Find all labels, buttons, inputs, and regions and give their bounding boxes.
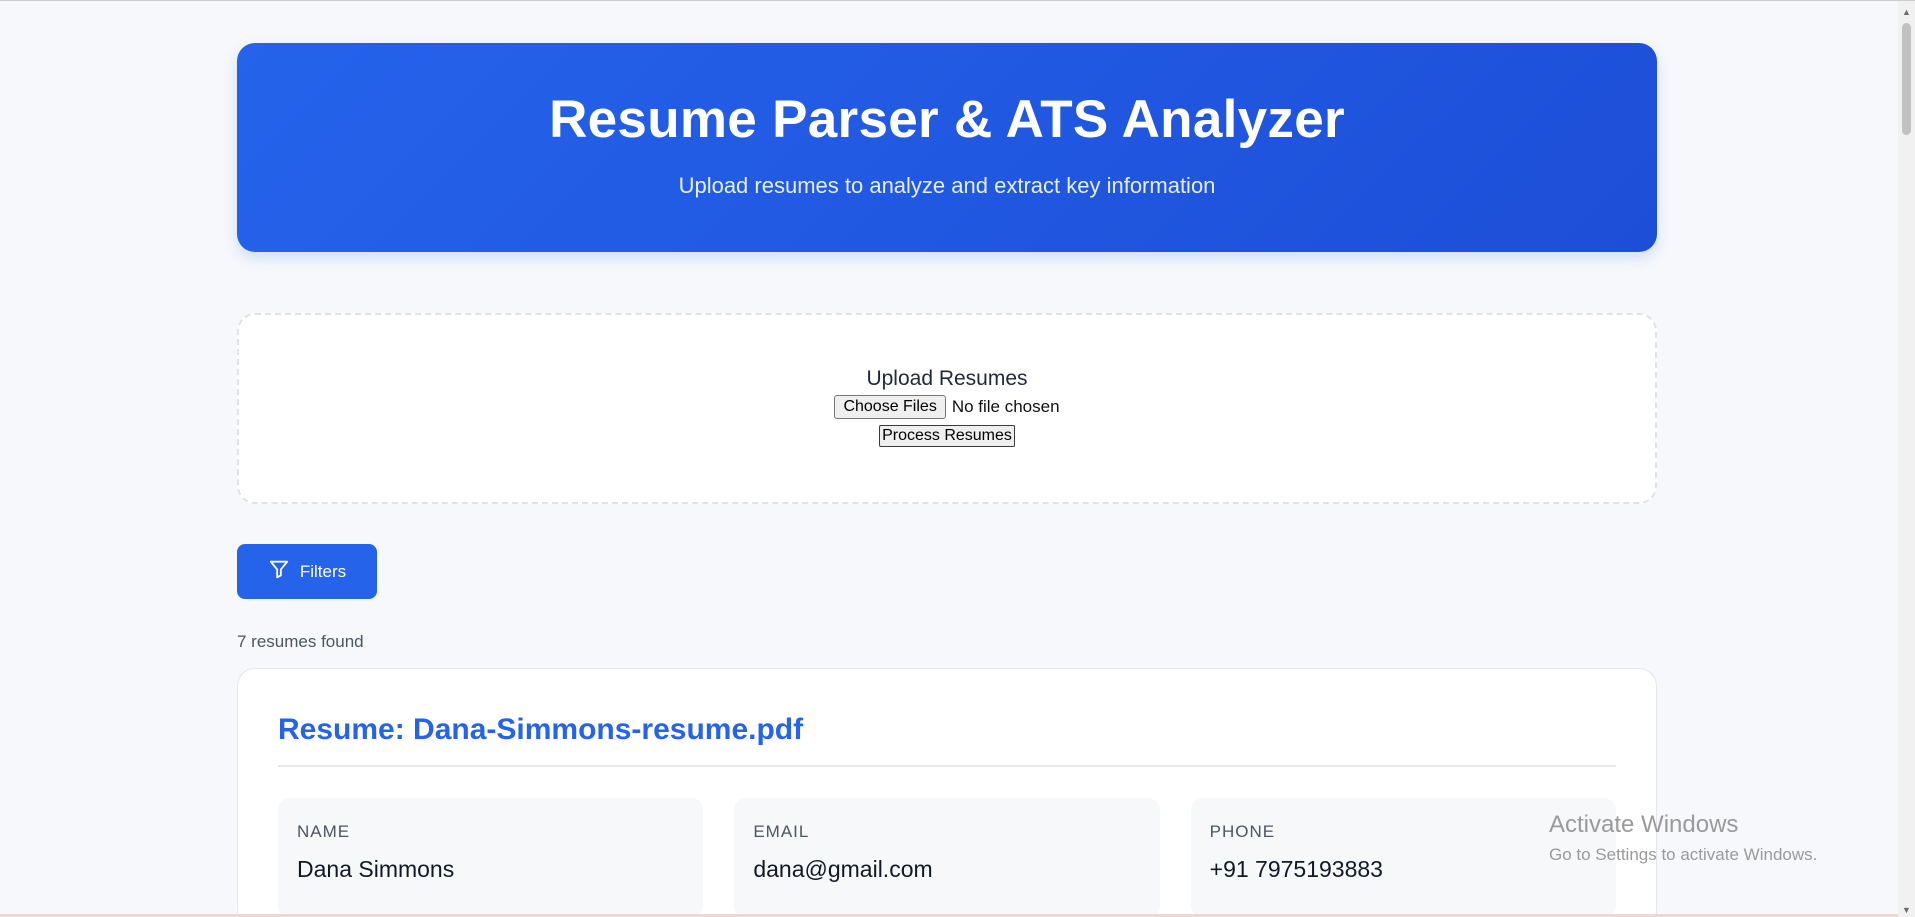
upload-title: Upload Resumes [866,367,1028,390]
activate-windows-title: Activate Windows [1549,811,1739,838]
hero-banner: Resume Parser & ATS Analyzer Upload resu… [237,43,1657,252]
page-subtitle: Upload resumes to analyze and extract ke… [678,173,1216,199]
process-resumes-button[interactable]: Process Resumes [879,425,1015,448]
phone-value: +91 7975193883 [1209,856,1383,882]
filters-button[interactable]: Filters [237,544,377,599]
filters-label: Filters [299,561,347,581]
file-status-text: No file chosen [951,397,1060,417]
browser-viewport: Resume Parser & ATS Analyzer Upload resu… [0,0,1915,917]
vertical-scrollbar[interactable]: ▲ ▼ [1898,1,1915,917]
filter-icon [268,558,290,585]
upload-dropzone[interactable]: Upload Resumes Choose Files No file chos… [237,313,1657,504]
resume-field-grid: NAME Dana Simmons EMAIL dana@gmail.com P… [278,798,1616,917]
choose-files-button[interactable]: Choose Files [834,395,946,420]
activate-windows-subtitle: Go to Settings to activate Windows. [1549,845,1818,864]
resume-card: Resume: Dana-Simmons-resume.pdf NAME Dan… [237,668,1657,917]
activate-windows-watermark: Activate Windows Go to Settings to activ… [1549,811,1817,865]
email-value: dana@gmail.com [753,856,933,882]
name-field: NAME Dana Simmons [278,798,704,917]
scroll-down-arrow-icon[interactable]: ▼ [1898,901,1915,917]
email-field: EMAIL dana@gmail.com [734,798,1160,917]
phone-label: PHONE [1209,822,1276,841]
resume-title: Resume: Dana-Simmons-resume.pdf [278,713,804,746]
results-count: 7 resumes found [237,632,364,651]
scrollbar-thumb[interactable] [1902,23,1911,135]
name-value: Dana Simmons [297,856,455,882]
name-label: NAME [297,822,351,841]
file-input-row: Choose Files No file chosen [239,395,1655,420]
page-content: Resume Parser & ATS Analyzer Upload resu… [237,43,1657,917]
page-title: Resume Parser & ATS Analyzer [549,90,1345,149]
email-label: EMAIL [753,822,810,841]
scroll-up-arrow-icon[interactable]: ▲ [1898,3,1915,20]
resume-divider [278,765,1616,767]
